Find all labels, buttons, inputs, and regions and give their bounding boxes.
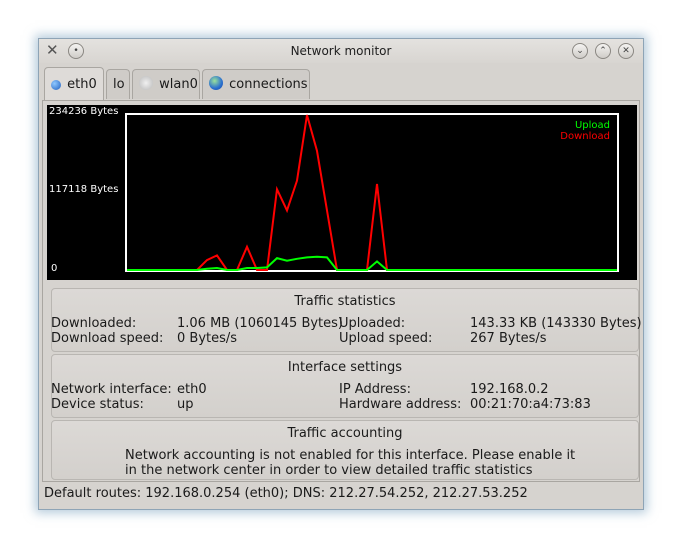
uploaded-label: Uploaded: (339, 316, 406, 331)
title-bar[interactable]: ✕ • Network monitor ⌄ ⌃ ✕ (39, 39, 643, 63)
window-title: Network monitor (290, 44, 392, 58)
download-speed-label: Download speed: (51, 331, 164, 346)
series-line-upload (127, 255, 617, 271)
download-speed-value: 0 Bytes/s (177, 331, 238, 346)
tab-label: lo (113, 77, 125, 92)
tab-label: wlan0 (159, 77, 198, 92)
accounting-message-line1: Network accounting is not enabled for th… (125, 448, 576, 463)
hardware-address-value: 00:21:70:a4:73:83 (470, 397, 591, 412)
traffic-graph: 234236 Bytes 117118 Bytes 0 Upload Downl… (47, 105, 637, 280)
accounting-message-line2: in the network center in order to view d… (125, 463, 533, 478)
hardware-address-label: Hardware address: (339, 397, 462, 412)
tab-label: eth0 (67, 77, 97, 92)
upload-speed-value: 267 Bytes/s (470, 331, 547, 346)
status-bar: Default routes: 192.168.0.254 (eth0); DN… (44, 486, 528, 501)
tab-wlan0[interactable]: wlan0 (132, 69, 200, 99)
tab-connections[interactable]: connections (202, 69, 310, 99)
globe-icon (209, 76, 223, 90)
close-button[interactable]: ✕ (618, 43, 634, 59)
y-tick-label: 0 (51, 263, 57, 274)
traffic-accounting-group: Traffic accounting Network accounting is… (51, 420, 639, 480)
downloaded-value: 1.06 MB (1060145 Bytes) (177, 316, 343, 331)
y-tick-label: 234236 Bytes (49, 106, 118, 117)
upload-speed-label: Upload speed: (339, 331, 433, 346)
uploaded-value: 143.33 KB (143330 Bytes) (470, 316, 642, 331)
tab-label: connections (229, 77, 308, 92)
network-icon (51, 80, 61, 90)
minimize-button[interactable]: ⌄ (572, 43, 588, 59)
group-title: Traffic accounting (287, 426, 403, 441)
maximize-button[interactable]: ⌃ (595, 43, 611, 59)
y-tick-label: 117118 Bytes (49, 184, 118, 195)
tab-eth0[interactable]: eth0 (44, 67, 104, 100)
plot-frame (125, 113, 619, 272)
downloaded-label: Downloaded: (51, 316, 137, 331)
interface-settings-group: Interface settings Network interface: et… (51, 354, 639, 418)
network-monitor-window: ✕ • Network monitor ⌄ ⌃ ✕ eth0 lo wlan0 … (38, 38, 644, 510)
group-title: Traffic statistics (294, 294, 396, 309)
legend-upload: Upload (575, 120, 610, 131)
network-interface-value: eth0 (177, 382, 207, 397)
legend-download: Download (560, 131, 610, 142)
tab-lo[interactable]: lo (106, 69, 130, 99)
ip-address-label: IP Address: (339, 382, 411, 397)
wireless-icon (139, 76, 153, 90)
device-status-label: Device status: (51, 397, 144, 412)
group-title: Interface settings (287, 360, 403, 375)
network-interface-label: Network interface: (51, 382, 172, 397)
ip-address-value: 192.168.0.2 (470, 382, 549, 397)
traffic-chart: 234236 Bytes 117118 Bytes 0 Upload Downl… (49, 106, 619, 274)
eth0-panel: 234236 Bytes 117118 Bytes 0 Upload Downl… (42, 100, 642, 482)
device-status-value: up (177, 397, 194, 412)
series-line-download (127, 114, 617, 271)
traffic-statistics-group: Traffic statistics Downloaded: 1.06 MB (… (51, 288, 642, 352)
